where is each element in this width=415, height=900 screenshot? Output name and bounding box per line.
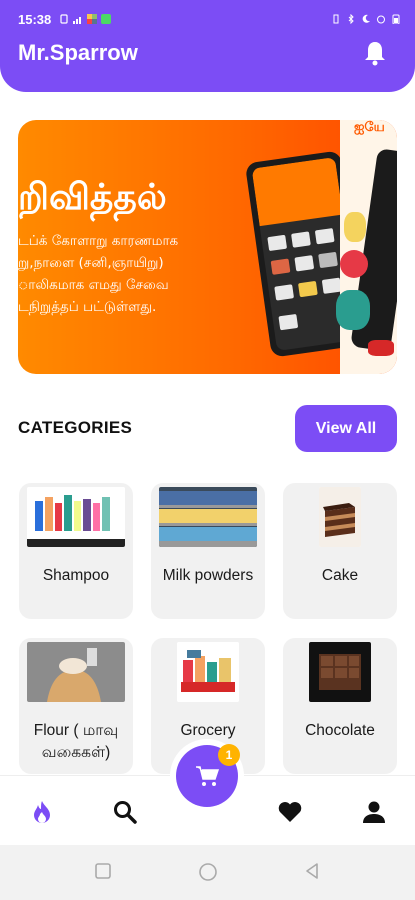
vibrate-mode-icon — [333, 14, 339, 24]
app-icon — [87, 14, 98, 24]
heart-icon[interactable] — [277, 799, 303, 825]
back-icon[interactable] — [303, 862, 321, 880]
category-label: Shampoo — [42, 567, 110, 584]
category-card-chocolate[interactable]: Chocolate — [283, 638, 397, 774]
vegetable-image — [344, 212, 366, 242]
bell-icon[interactable] — [363, 40, 387, 66]
grocery-image — [177, 642, 239, 702]
banner-title: றிவித்தல் — [18, 176, 167, 218]
alarm-icon — [377, 15, 385, 24]
category-card-cake[interactable]: Cake — [283, 483, 397, 619]
do-not-disturb-icon — [362, 14, 370, 23]
search-icon[interactable] — [112, 799, 138, 825]
banner-line: று,நாளை (சனி,ஞாயிறு) — [18, 255, 164, 271]
bluetooth-icon — [348, 14, 354, 24]
milk-powders-image — [159, 487, 257, 547]
category-label: Flour ( மாவு வகைகள்) — [33, 722, 119, 761]
category-card-shampoo[interactable]: Shampoo — [19, 483, 133, 619]
profile-icon[interactable] — [361, 799, 387, 825]
category-label: Grocery — [180, 722, 236, 739]
system-navigation-bar — [0, 845, 415, 900]
category-label: Cake — [321, 567, 359, 584]
flame-icon[interactable] — [29, 799, 55, 825]
battery-icon — [392, 14, 400, 24]
banner-line: ாலிகமாக எமது சேவை — [18, 277, 169, 293]
flour-image — [27, 642, 125, 702]
app-header: 15:38 Mr.Sparrow — [0, 0, 415, 92]
chocolate-image — [309, 642, 371, 702]
category-label: Chocolate — [305, 722, 375, 739]
vegetable-image — [340, 250, 368, 278]
banner-corner-text: ஐயே — [354, 120, 385, 135]
cart-icon — [196, 766, 219, 786]
home-icon[interactable] — [198, 862, 218, 882]
categories-heading: CATEGORIES — [18, 418, 133, 437]
recent-apps-icon[interactable] — [94, 862, 112, 880]
category-card-milk-powders[interactable]: Milk powders — [151, 483, 265, 619]
shampoo-image — [27, 487, 125, 547]
message-icon — [101, 14, 112, 24]
category-label: Milk powders — [162, 567, 254, 584]
category-card-flour[interactable]: Flour ( மாவு வகைகள்) — [19, 638, 133, 774]
promo-banner[interactable]: றிவித்தல் டப்க் கோளாறு காரணமாக று,நாளை (… — [18, 120, 397, 374]
banner-line: டநிறுத்தப் பட்டுள்ளது. — [18, 299, 157, 315]
cart-badge: 1 — [218, 744, 240, 766]
vibrate-icon — [60, 14, 68, 24]
vegetable-image — [336, 290, 370, 330]
banner-text: டப்க் கோளாறு காரணமாக று,நாளை (சனி,ஞாயிறு… — [18, 230, 178, 318]
vegetable-image — [368, 340, 394, 356]
cake-image — [319, 487, 361, 547]
view-all-button[interactable]: View All — [295, 405, 397, 452]
wifi-signal-icon — [73, 17, 82, 24]
app-title: Mr.Sparrow — [18, 40, 138, 65]
status-time: 15:38 — [18, 11, 52, 27]
status-bar: 15:38 — [18, 10, 401, 28]
banner-line: டப்க் கோளாறு காரணமாக — [18, 233, 179, 249]
